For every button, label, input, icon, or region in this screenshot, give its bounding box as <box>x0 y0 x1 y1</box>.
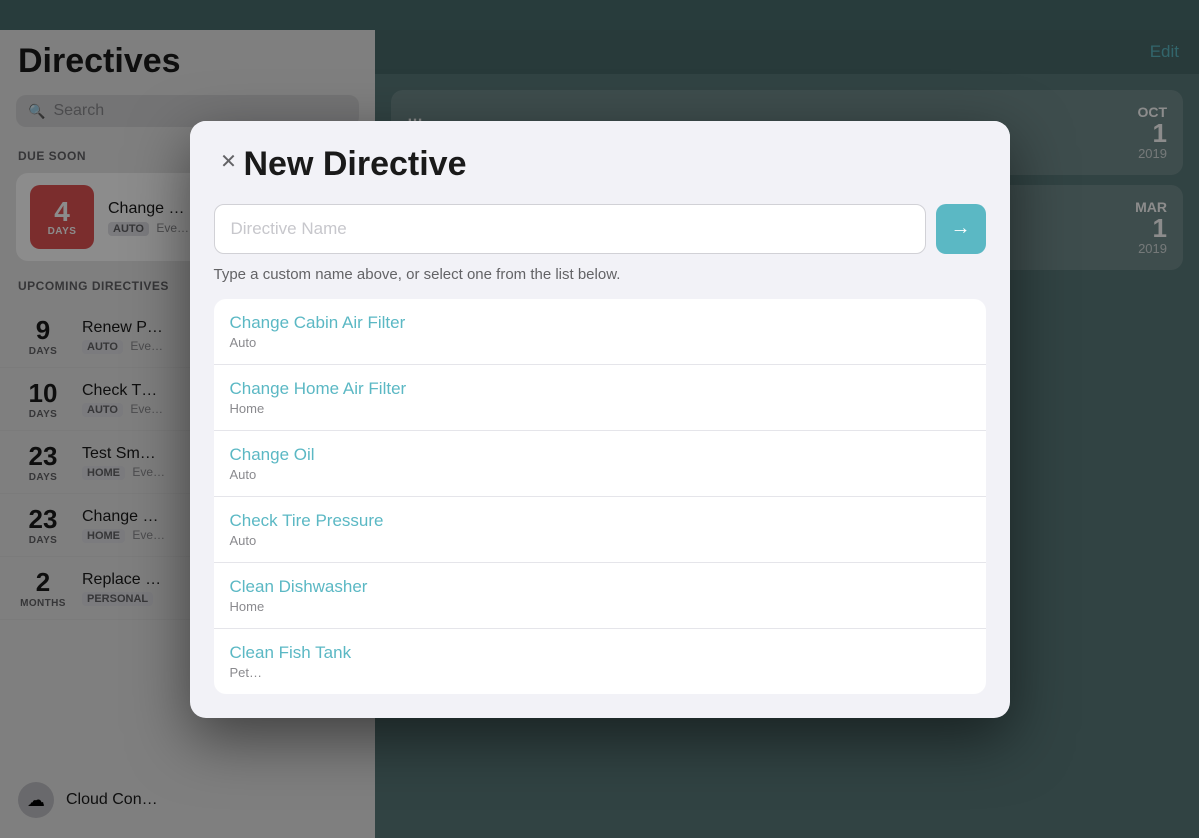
modal-overlay[interactable]: ✕ New Directive → Type a custom name abo… <box>0 0 1199 838</box>
directive-list-item[interactable]: Check Tire Pressure Auto <box>214 497 986 563</box>
close-button[interactable]: ✕ <box>214 147 244 177</box>
directive-list-item[interactable]: Clean Fish Tank Pet… <box>214 629 986 694</box>
modal-title: New Directive <box>244 145 986 184</box>
directive-list-item[interactable]: Change Oil Auto <box>214 431 986 497</box>
modal-body: → Type a custom name above, or select on… <box>190 196 1010 718</box>
input-row: → <box>214 204 986 254</box>
go-button[interactable]: → <box>936 204 986 254</box>
helper-text: Type a custom name above, or select one … <box>214 266 986 283</box>
directive-list-item[interactable]: Change Cabin Air Filter Auto <box>214 299 986 365</box>
directive-list-item[interactable]: Clean Dishwasher Home <box>214 563 986 629</box>
modal-header: ✕ New Directive <box>190 121 1010 196</box>
directive-list: Change Cabin Air Filter Auto Change Home… <box>214 299 986 694</box>
directive-list-item[interactable]: Change Home Air Filter Home <box>214 365 986 431</box>
new-directive-modal: ✕ New Directive → Type a custom name abo… <box>190 121 1010 718</box>
directive-name-input[interactable] <box>214 204 926 254</box>
